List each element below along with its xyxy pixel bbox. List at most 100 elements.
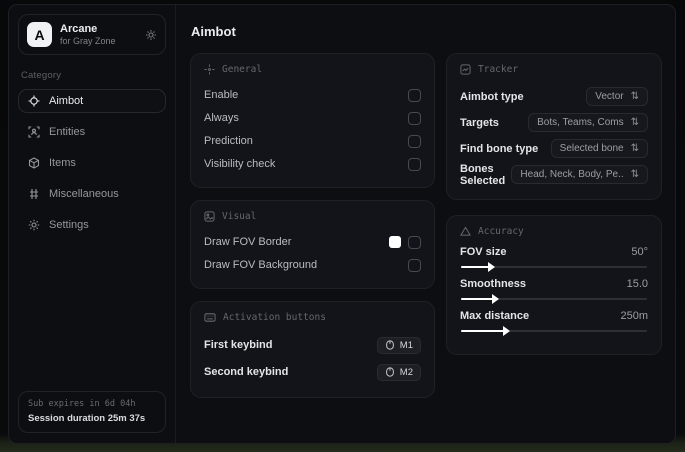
select-value: Vector	[595, 91, 624, 102]
first-keybind-button[interactable]: M1	[376, 336, 421, 354]
updown-arrows-icon: ⇅	[630, 117, 639, 128]
sidebar-item-entities[interactable]: Entities	[18, 120, 166, 144]
sidebar: A Arcane for Gray Zone Category Aimbot E…	[9, 5, 176, 443]
row-label: Draw FOV Background	[204, 259, 318, 271]
sidebar-item-settings[interactable]: Settings	[18, 213, 166, 237]
brand-text: Arcane for Gray Zone	[60, 23, 116, 46]
row-label: Always	[204, 112, 239, 124]
bones-selected-select[interactable]: Head, Neck, Body, Pe.. ⇅	[511, 165, 648, 184]
row-label: First keybind	[204, 339, 273, 351]
image-icon	[204, 211, 215, 222]
toggle-row-draw-fov-background: Draw FOV Background	[204, 254, 421, 276]
card-title: Visual	[222, 211, 257, 222]
card-visual: Visual Draw FOV Border Draw FOV Backgrou…	[190, 200, 435, 289]
draw-fov-border-checkbox[interactable]	[408, 235, 421, 249]
triangle-icon	[460, 226, 471, 237]
select-value: Head, Neck, Body, Pe..	[520, 169, 624, 180]
toggle-row-always: Always	[204, 107, 421, 129]
crosshair-icon	[28, 95, 40, 107]
slider-thumb[interactable]	[502, 326, 510, 336]
row-label: Enable	[204, 89, 239, 101]
slider-row-fov-size: FOV size 50°	[460, 246, 648, 258]
select-row-aimbot-type: Aimbot type Vector ⇅	[460, 84, 648, 109]
page-title: Aimbot	[191, 24, 236, 39]
find-bone-type-select[interactable]: Selected bone ⇅	[550, 139, 648, 158]
select-row-targets: Targets Bots, Teams, Coms ⇅	[460, 110, 648, 135]
card-tracker-header: Tracker	[460, 64, 648, 75]
row-label: Max distance	[460, 310, 530, 322]
cheat-menu-window: A Arcane for Gray Zone Category Aimbot E…	[8, 4, 676, 444]
row-label: Draw FOV Border	[204, 236, 292, 248]
subscription-info: Sub expires in 6d 04h Session duration 2…	[18, 391, 166, 433]
select-row-bones-selected: Bones Selected Head, Neck, Body, Pe.. ⇅	[460, 162, 648, 187]
category-label: Category	[21, 70, 62, 81]
aimbot-type-select[interactable]: Vector ⇅	[586, 87, 648, 106]
sidebar-item-label: Settings	[49, 219, 89, 231]
enable-checkbox[interactable]	[408, 88, 421, 102]
crosshair-icon	[204, 64, 215, 75]
color-swatch[interactable]	[389, 236, 401, 248]
updown-arrows-icon: ⇅	[630, 143, 639, 154]
second-keybind-button[interactable]: M2	[376, 363, 421, 381]
card-accuracy-header: Accuracy	[460, 226, 648, 237]
row-label: Targets	[460, 116, 499, 129]
card-visual-header: Visual	[204, 211, 421, 222]
row-label: Find bone type	[460, 142, 539, 155]
toggle-row-draw-fov-border: Draw FOV Border	[204, 231, 421, 253]
fov-size-slider[interactable]	[461, 262, 647, 272]
card-general-header: General	[204, 64, 421, 75]
sidebar-item-label: Miscellaneous	[49, 188, 119, 200]
sidebar-item-label: Entities	[49, 126, 86, 138]
left-column: General Enable Always Prediction Visibil…	[190, 53, 435, 398]
updown-arrows-icon: ⇅	[630, 91, 639, 102]
cube-icon	[28, 157, 40, 169]
smoothness-slider[interactable]	[461, 294, 647, 304]
row-label: Aimbot type	[460, 90, 524, 103]
max-distance-slider[interactable]	[461, 326, 647, 336]
brand-name: Arcane	[60, 23, 98, 35]
row-label: FOV size	[460, 246, 507, 258]
always-checkbox[interactable]	[408, 111, 421, 125]
sidebar-item-miscellaneous[interactable]: Miscellaneous	[18, 182, 166, 206]
card-title: Activation buttons	[223, 312, 326, 323]
card-title: General	[222, 64, 263, 75]
chart-icon	[460, 64, 471, 75]
card-tracker: Tracker Aimbot type Vector ⇅ Targets Bot…	[446, 53, 662, 200]
card-activation-header: Activation buttons	[204, 312, 421, 323]
slider-thumb[interactable]	[487, 262, 495, 272]
slider-value: 50°	[631, 246, 648, 258]
select-value: Bots, Teams, Coms	[537, 117, 624, 128]
session-duration-text: Session duration 25m 37s	[28, 413, 146, 424]
row-label: Second keybind	[204, 366, 289, 378]
slider-thumb[interactable]	[491, 294, 499, 304]
slider-fill	[461, 330, 504, 332]
sidebar-item-items[interactable]: Items	[18, 151, 166, 175]
right-column: Tracker Aimbot type Vector ⇅ Targets Bot…	[446, 53, 662, 355]
person-scan-icon	[28, 126, 40, 138]
draw-fov-background-checkbox[interactable]	[408, 258, 421, 272]
rails-icon	[28, 188, 40, 200]
prediction-checkbox[interactable]	[408, 134, 421, 148]
sub-expires-text: Sub expires in 6d 04h	[28, 399, 136, 409]
gear-icon[interactable]	[145, 29, 157, 41]
toggle-row-enable: Enable	[204, 84, 421, 106]
brand-subtitle: for Gray Zone	[60, 36, 116, 46]
row-label: Visibility check	[204, 158, 276, 170]
brand-card: A Arcane for Gray Zone	[18, 14, 166, 55]
slider-row-smoothness: Smoothness 15.0	[460, 278, 648, 290]
slider-fill	[461, 266, 489, 268]
targets-select[interactable]: Bots, Teams, Coms ⇅	[528, 113, 648, 132]
card-title: Tracker	[478, 64, 519, 75]
mouse-icon	[385, 340, 395, 350]
toggle-row-visibility-check: Visibility check	[204, 153, 421, 175]
sidebar-item-aimbot[interactable]: Aimbot	[18, 89, 166, 113]
columns: General Enable Always Prediction Visibil…	[190, 53, 662, 398]
main-content: Aimbot General Enable Always Prediction …	[176, 5, 675, 443]
row-label: Smoothness	[460, 278, 527, 290]
select-row-find-bone-type: Find bone type Selected bone ⇅	[460, 136, 648, 161]
keybind-value: M2	[399, 366, 413, 378]
row-label: Prediction	[204, 135, 253, 147]
keybind-value: M1	[399, 339, 413, 351]
slider-row-max-distance: Max distance 250m	[460, 310, 648, 322]
visibility-check-checkbox[interactable]	[408, 157, 421, 171]
